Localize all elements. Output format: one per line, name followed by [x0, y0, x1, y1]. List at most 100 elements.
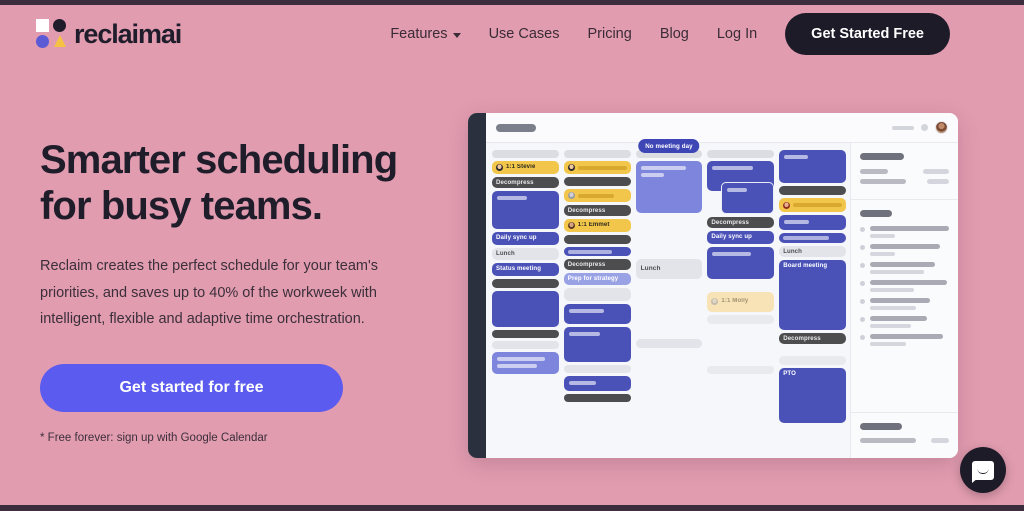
event-avatar-bar[interactable]	[563, 161, 631, 174]
event-bar[interactable]	[707, 366, 775, 374]
list-item[interactable]	[860, 280, 949, 292]
list-item-title-placeholder	[870, 226, 949, 231]
event-line-placeholder	[568, 309, 604, 313]
event-decompress[interactable]: Decompress	[492, 177, 559, 188]
event-decompress[interactable]: Decompress	[707, 217, 775, 228]
event-label: 1:1 Stevie	[506, 164, 536, 171]
event-status-meeting[interactable]: Status meeting	[492, 263, 559, 276]
event-1-1-emmet[interactable]: 1:1 Emmet	[563, 219, 631, 232]
event-row	[564, 189, 631, 202]
event-bar[interactable]	[563, 177, 631, 186]
list-item[interactable]	[860, 244, 949, 256]
nav-item-pricing[interactable]: Pricing	[587, 26, 631, 42]
event-line-placeholder	[784, 155, 809, 159]
list-item-title-placeholder	[870, 334, 943, 339]
event-bar[interactable]	[635, 339, 703, 348]
event-label: Daily sync up	[711, 233, 752, 241]
nav-item-blog[interactable]: Blog	[660, 26, 689, 42]
event-bar[interactable]	[707, 315, 775, 324]
event-block[interactable]	[779, 215, 846, 230]
event-board-meeting[interactable]: Board meeting	[779, 260, 846, 330]
event-decompress[interactable]: Decompress	[563, 205, 631, 216]
event-block[interactable]	[492, 291, 559, 327]
event-1-1-molly[interactable]: 1:1 Molly	[707, 292, 775, 312]
list-item[interactable]	[860, 226, 949, 238]
get-started-for-free-button[interactable]: Get started for free	[40, 364, 343, 413]
calendar-column-tuesday: Decompress 1:1 Emmet Decompress Prep for…	[563, 150, 631, 458]
event-avatar-bar[interactable]	[563, 189, 631, 202]
brand-logo[interactable]: reclaimai	[36, 19, 182, 50]
sidebar-value-placeholder	[931, 438, 949, 443]
list-item-sub-placeholder	[870, 270, 924, 274]
event-block[interactable]	[635, 161, 703, 213]
list-item[interactable]	[860, 262, 949, 274]
bullet-dot-icon	[860, 245, 865, 250]
event-line-placeholder	[712, 166, 754, 170]
event-bar[interactable]	[563, 288, 631, 301]
sidebar-row	[860, 179, 949, 184]
event-lunch[interactable]: Lunch	[779, 246, 846, 257]
event-label: Status meeting	[496, 265, 542, 273]
sidebar-label-placeholder	[860, 169, 888, 174]
event-pto[interactable]: PTO	[779, 368, 846, 423]
event-block-stacked[interactable]	[721, 182, 775, 214]
chat-launcher-button[interactable]	[960, 447, 1006, 493]
event-daily-sync-up[interactable]: Daily sync up	[707, 231, 775, 244]
list-item[interactable]	[860, 316, 949, 328]
list-item[interactable]	[860, 334, 949, 346]
event-block[interactable]	[707, 247, 775, 279]
event-bar[interactable]	[492, 341, 559, 349]
app-header-line-placeholder	[892, 125, 914, 130]
event-block[interactable]	[492, 191, 559, 229]
event-line-placeholder	[567, 249, 612, 254]
attendee-avatar	[567, 192, 575, 199]
event-prep-for-strategy[interactable]: Prep for strategy	[563, 273, 631, 285]
event-decompress[interactable]: Decompress	[779, 333, 846, 344]
list-item-title-placeholder	[870, 280, 948, 285]
event-label: Decompress	[567, 260, 606, 268]
event-bar[interactable]	[779, 356, 846, 365]
attendee-avatar	[783, 201, 791, 209]
get-started-free-button[interactable]: Get Started Free	[785, 13, 950, 55]
event-lunch[interactable]: Lunch	[635, 259, 703, 279]
sidebar-label-placeholder	[860, 438, 916, 443]
attendee-avatar	[496, 164, 503, 171]
event-block[interactable]	[492, 352, 559, 374]
nav-item-login[interactable]: Log In	[717, 26, 757, 42]
logo-square-shape	[36, 19, 49, 32]
event-bar[interactable]	[563, 235, 631, 244]
calendar-gap	[636, 282, 703, 336]
calendar-gap	[707, 282, 774, 289]
event-1-1-stevie[interactable]: 1:1 Stevie	[492, 161, 559, 174]
event-bar[interactable]	[563, 394, 631, 402]
nav-item-use-cases[interactable]: Use Cases	[489, 26, 560, 42]
event-bar[interactable]	[492, 279, 559, 288]
event-bar[interactable]	[779, 233, 846, 243]
event-line-placeholder	[784, 220, 810, 224]
event-block[interactable]	[779, 150, 846, 183]
event-block[interactable]	[563, 327, 631, 362]
event-bar[interactable]	[563, 247, 631, 256]
nav-item-features-label: Features	[390, 26, 448, 42]
event-block[interactable]	[563, 304, 631, 324]
event-bar[interactable]	[563, 365, 631, 373]
event-block[interactable]	[563, 376, 631, 391]
event-avatar-bar[interactable]	[779, 198, 846, 212]
avatar[interactable]	[935, 121, 948, 134]
list-item[interactable]	[860, 298, 949, 310]
app-header-dot-icon[interactable]	[921, 124, 928, 131]
event-decompress[interactable]: Decompress	[563, 259, 631, 270]
event-label: Decompress	[496, 178, 534, 186]
event-label: Decompress	[567, 206, 606, 214]
nav-item-features[interactable]: Features	[390, 26, 461, 42]
bullet-dot-icon	[860, 227, 865, 232]
list-item-title-placeholder	[870, 262, 935, 267]
event-line-placeholder	[497, 364, 537, 368]
event-bar[interactable]	[779, 186, 846, 195]
event-lunch[interactable]: Lunch	[492, 248, 559, 260]
event-bar[interactable]	[492, 330, 559, 338]
event-label: Decompress	[783, 334, 821, 342]
app-header-title-placeholder	[496, 123, 536, 132]
list-item-title-placeholder	[870, 316, 927, 321]
event-daily-sync-up[interactable]: Daily sync up	[492, 232, 559, 245]
